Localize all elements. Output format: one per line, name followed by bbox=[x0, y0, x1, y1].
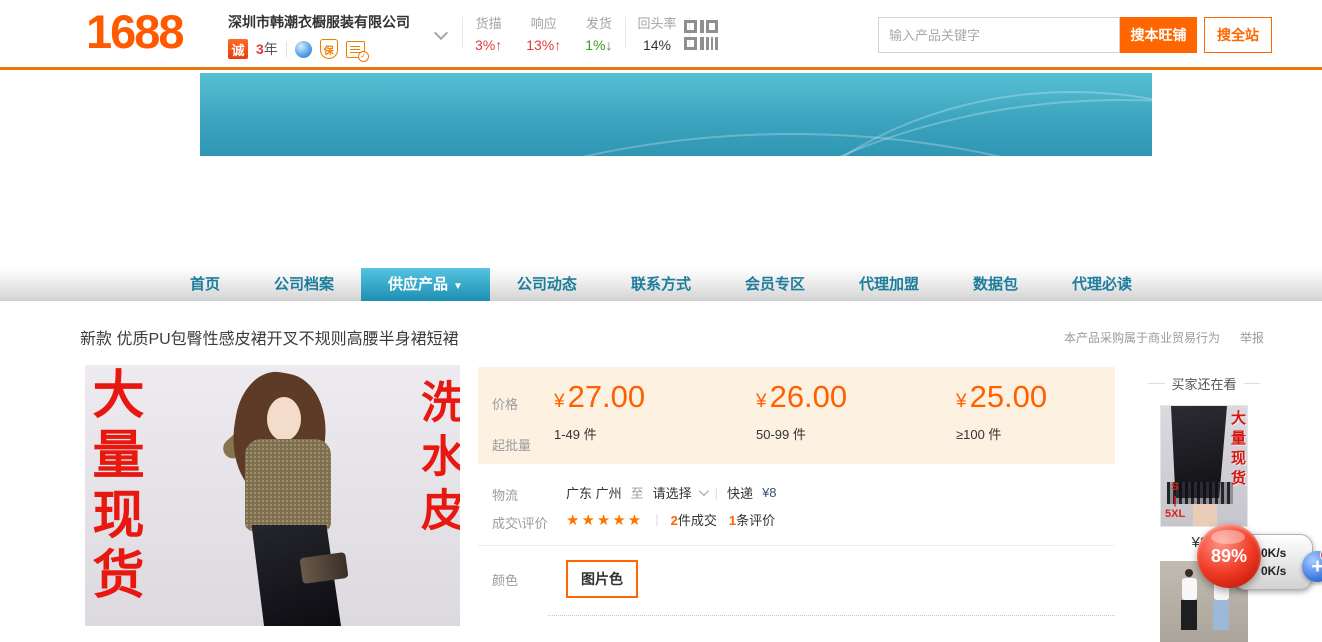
stat-shipping: 发货 1%↓ bbox=[573, 13, 624, 53]
image-overlay-text-left: 大量现货 bbox=[87, 367, 139, 607]
deal-row: ★★★★★ | 2件成交 1条评价 bbox=[566, 510, 775, 529]
divider bbox=[478, 545, 1115, 546]
color-label: 颜色 bbox=[492, 570, 518, 589]
color-option-button[interactable]: 图片色 bbox=[566, 560, 638, 598]
stat-goods-desc: 货描 3%↑ bbox=[463, 13, 514, 53]
express-label: 快递 bbox=[727, 483, 753, 502]
nav-item-agent-join[interactable]: 代理加盟 bbox=[832, 268, 946, 301]
divider: | bbox=[715, 485, 718, 500]
logistics-row: 广东 广州 至 请选择 | 快递 ¥8 bbox=[566, 483, 777, 502]
star-rating[interactable]: ★★★★★ bbox=[566, 511, 643, 529]
qr-code-icon[interactable] bbox=[684, 20, 718, 55]
nav-item-contact[interactable]: 联系方式 bbox=[604, 268, 718, 301]
nav-item-company-news[interactable]: 公司动态 bbox=[490, 268, 604, 301]
company-chevron-down-icon[interactable] bbox=[434, 26, 448, 40]
product-info: 价格 起批量 ¥27.00 1-49 件 ¥26.00 50-99 件 ¥25.… bbox=[478, 367, 1115, 626]
qty-label: 起批量 bbox=[492, 435, 531, 454]
logistics-label: 物流 bbox=[492, 485, 518, 504]
search-input[interactable] bbox=[878, 17, 1120, 53]
company-block: 深圳市韩潮衣橱服装有限公司 诚 3年 保 ✓ bbox=[228, 12, 410, 59]
sidebar-title: 买家还在看 bbox=[1148, 374, 1260, 393]
stat-response: 响应 13%↑ bbox=[514, 13, 573, 53]
upload-speed: 0K/s bbox=[1261, 546, 1286, 560]
image-overlay-text-right: 洗水皮 bbox=[416, 379, 460, 541]
trade-notice: 本产品采购属于商业贸易行为 bbox=[1064, 329, 1220, 346]
model-photo bbox=[203, 373, 373, 626]
company-name: 深圳市韩潮衣橱服装有限公司 bbox=[228, 12, 410, 32]
nav-item-member-zone[interactable]: 会员专区 bbox=[718, 268, 832, 301]
dotted-divider bbox=[548, 615, 1115, 616]
nav-item-company-profile[interactable]: 公司档案 bbox=[247, 268, 361, 301]
shop-banner bbox=[200, 73, 1152, 156]
site-logo[interactable]: 1688 bbox=[86, 4, 183, 59]
chevron-down-icon: ▼ bbox=[453, 281, 463, 292]
destination-select[interactable]: 请选择 bbox=[653, 483, 706, 502]
product-main-image[interactable]: 大量现货 洗水皮 bbox=[85, 365, 460, 626]
related-product-thumb-1[interactable]: 大量现货 S | 5XL bbox=[1160, 405, 1248, 527]
deal-count-link[interactable]: 2件成交 bbox=[671, 510, 717, 529]
nav-item-agent-guide[interactable]: 代理必读 bbox=[1045, 268, 1159, 301]
deal-label: 成交\评价 bbox=[492, 513, 548, 532]
price-tier-3: ¥25.00 ≥100 件 bbox=[956, 379, 1047, 443]
price-tier-2: ¥26.00 50-99 件 bbox=[756, 379, 847, 443]
page: 1688 深圳市韩潮衣橱服装有限公司 诚 3年 保 ✓ 货描 3%↑ 响应 13… bbox=[0, 0, 1322, 626]
stat-return-rate: 回头率 14% bbox=[626, 13, 689, 53]
price-panel: 价格 起批量 ¥27.00 1-49 件 ¥26.00 50-99 件 ¥25.… bbox=[478, 367, 1115, 464]
express-fee: ¥8 bbox=[762, 485, 776, 500]
header: 1688 深圳市韩潮衣橱服装有限公司 诚 3年 保 ✓ 货描 3%↑ 响应 13… bbox=[0, 0, 1322, 70]
progress-badge[interactable]: 89% bbox=[1197, 524, 1261, 588]
shop-stats: 货描 3%↑ 响应 13%↑ 发货 1%↓ 回头率 14% bbox=[462, 13, 690, 53]
trade-notice-row: 本产品采购属于商业贸易行为 举报 bbox=[1064, 329, 1264, 346]
thumb-overlay-text: 大量现货 bbox=[1230, 410, 1245, 490]
contract-icon[interactable]: ✓ bbox=[346, 41, 365, 58]
nav-item-home[interactable]: 首页 bbox=[163, 268, 247, 301]
guarantee-shield-icon[interactable]: 保 bbox=[320, 39, 338, 59]
shop-navbar: 首页 公司档案 供应产品▼ 公司动态 联系方式 会员专区 代理加盟 数据包 代理… bbox=[0, 268, 1322, 301]
search-box: 搜本旺铺 搜全站 bbox=[878, 17, 1272, 53]
download-speed: 0K/s bbox=[1261, 564, 1286, 578]
messenger-icon[interactable] bbox=[295, 41, 312, 58]
product-title: 新款 优质PU包臀性感皮裙开叉不规则高腰半身裙短裙 bbox=[80, 325, 459, 349]
report-link[interactable]: 举报 bbox=[1240, 329, 1264, 346]
nav-item-data-package[interactable]: 数据包 bbox=[946, 268, 1045, 301]
credit-badge-icon: 诚 bbox=[228, 39, 248, 59]
company-badges: 诚 3年 保 ✓ bbox=[228, 39, 410, 59]
search-shop-button[interactable]: 搜本旺铺 bbox=[1120, 17, 1197, 53]
review-count-link[interactable]: 1条评价 bbox=[729, 510, 775, 529]
search-site-button[interactable]: 搜全站 bbox=[1204, 17, 1272, 53]
divider: | bbox=[655, 512, 658, 527]
ship-from: 广东 广州 bbox=[566, 483, 622, 502]
price-tier-1: ¥27.00 1-49 件 bbox=[554, 379, 645, 443]
to-word: 至 bbox=[631, 483, 644, 502]
divider bbox=[286, 42, 287, 57]
thumb-size-range: S | 5XL bbox=[1165, 481, 1185, 522]
also-viewing-sidebar: 买家还在看 大量现货 S | 5XL ¥25 bbox=[1148, 374, 1260, 642]
nav-item-products[interactable]: 供应产品▼ bbox=[361, 268, 490, 301]
price-label: 价格 bbox=[492, 394, 518, 413]
member-years: 3年 bbox=[256, 39, 278, 59]
chevron-down-icon bbox=[699, 486, 709, 496]
